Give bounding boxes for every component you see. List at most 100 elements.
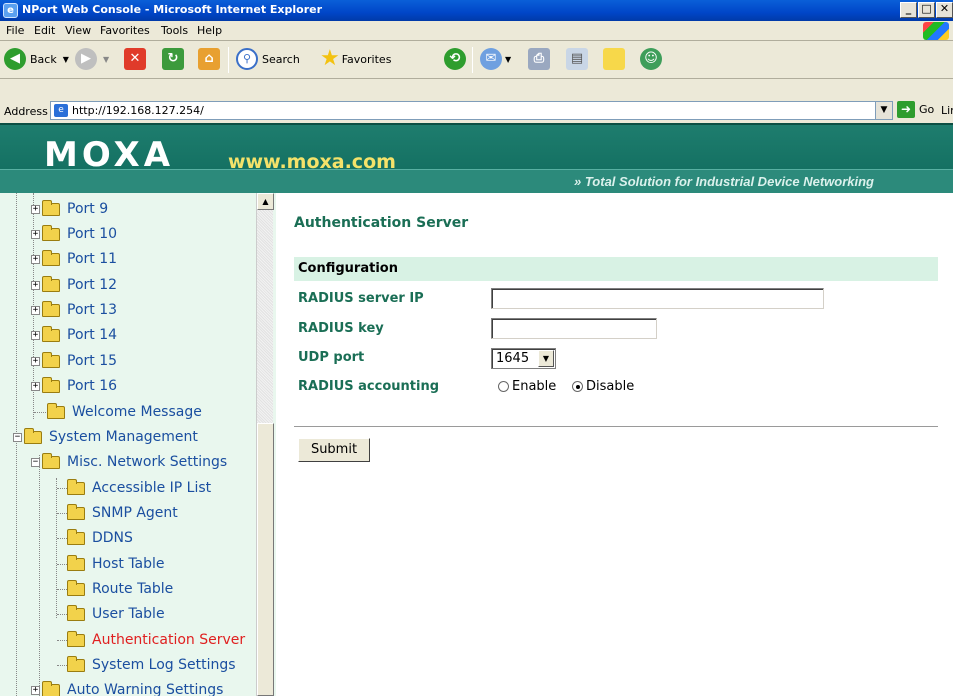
tree-item-port-16[interactable]: + Port 16 — [31, 374, 117, 398]
go-button[interactable]: ➜ Go — [897, 101, 934, 118]
folder-icon — [42, 351, 60, 368]
edit-button[interactable]: ▤ — [566, 48, 588, 70]
expand-icon[interactable]: + — [31, 280, 40, 290]
tree-item-route-table[interactable]: Route Table — [67, 577, 173, 601]
radius-server-ip-label: RADIUS server IP — [298, 291, 424, 306]
go-label: Go — [919, 103, 935, 116]
page-icon: e — [54, 104, 68, 117]
expand-icon[interactable]: + — [31, 381, 40, 391]
close-button[interactable]: ✕ — [936, 2, 953, 18]
tree-item-welcome-message[interactable]: Welcome Message — [47, 400, 202, 424]
window-titlebar: e NPort Web Console - Microsoft Internet… — [0, 0, 953, 21]
folder-icon — [42, 224, 60, 241]
menu-bar: File Edit View Favorites Tools Help — [0, 21, 953, 41]
tree-item-auto-warning-settings[interactable]: + Auto Warning Settings — [31, 678, 223, 696]
expand-icon[interactable]: + — [31, 204, 40, 214]
main-content: Authentication Server Configuration RADI… — [276, 193, 953, 696]
expand-icon[interactable]: + — [31, 229, 40, 239]
tree-item-user-table[interactable]: User Table — [67, 602, 165, 626]
chevron-down-icon: ▼ — [103, 54, 110, 64]
radius-key-input[interactable] — [491, 318, 657, 339]
tree-item-authentication-server[interactable]: Authentication Server — [67, 628, 245, 652]
chevron-down-icon[interactable]: ▼ — [538, 350, 554, 367]
links-button[interactable]: Links » — [941, 104, 953, 117]
tree-item-port-9[interactable]: + Port 9 — [31, 197, 108, 221]
expand-icon[interactable]: + — [31, 254, 40, 264]
tree-item-system-log-settings[interactable]: System Log Settings — [67, 653, 236, 677]
search-button[interactable]: ⚲ Search — [236, 48, 300, 70]
history-button[interactable]: ⟲ — [444, 48, 466, 70]
accounting-enable-radio[interactable]: Enable — [498, 379, 556, 394]
tree-item-port-12[interactable]: + Port 12 — [31, 273, 117, 297]
scroll-up-arrow-icon[interactable]: ▲ — [257, 193, 274, 210]
tree-item-port-14[interactable]: + Port 14 — [31, 323, 117, 347]
section-title: Configuration — [298, 261, 398, 276]
folder-icon — [67, 604, 85, 621]
sidebar-scrollbar[interactable]: ▲ — [256, 193, 274, 696]
go-arrow-icon: ➜ — [897, 101, 915, 118]
ie-logo-icon: e — [3, 3, 18, 18]
address-dropdown-icon[interactable]: ▼ — [875, 102, 892, 119]
tree-item-snmp-agent[interactable]: SNMP Agent — [67, 501, 178, 525]
chevron-down-icon: ▼ — [505, 54, 512, 64]
refresh-icon: ↻ — [162, 48, 184, 70]
menu-help[interactable]: Help — [197, 24, 222, 37]
expand-icon[interactable]: + — [31, 685, 40, 695]
messenger-button[interactable]: ☺ — [640, 48, 662, 70]
udp-port-value: 1645 — [496, 351, 530, 366]
menu-file[interactable]: File — [6, 24, 24, 37]
accounting-disable-radio[interactable]: Disable — [572, 379, 634, 394]
collapse-icon[interactable]: − — [31, 457, 40, 467]
back-button[interactable]: ◀ Back ▼ — [4, 48, 69, 70]
print-button[interactable]: ⎙ — [528, 48, 550, 70]
configuration-header: Configuration — [294, 257, 938, 281]
tree-item-port-13[interactable]: + Port 13 — [31, 298, 117, 322]
chevron-down-icon: ▼ — [62, 54, 69, 64]
enable-label: Enable — [512, 379, 557, 394]
discuss-button[interactable] — [603, 48, 625, 70]
folder-icon — [42, 325, 60, 342]
navigation-tree: + Port 9 + Port 10 + Port 11 + Port 12 + Port… — [0, 193, 276, 696]
favorites-button[interactable]: ★ Favorites — [320, 48, 391, 70]
expand-icon[interactable]: + — [31, 330, 40, 340]
folder-icon — [42, 275, 60, 292]
address-label: Address — [4, 105, 48, 118]
banner-tagline: » Total Solution for Industrial Device N… — [574, 174, 874, 189]
collapse-icon[interactable]: − — [13, 432, 22, 442]
expand-icon[interactable]: + — [31, 305, 40, 315]
home-button[interactable]: ⌂ — [198, 48, 220, 70]
menu-tools[interactable]: Tools — [161, 24, 188, 37]
print-icon: ⎙ — [528, 48, 550, 70]
mail-button[interactable]: ✉ ▼ — [480, 48, 511, 70]
tree-item-port-10[interactable]: + Port 10 — [31, 222, 117, 246]
menu-favorites[interactable]: Favorites — [100, 24, 150, 37]
tree-item-system-management[interactable]: − System Management — [13, 425, 198, 449]
udp-port-select[interactable]: 1645 ▼ — [491, 348, 556, 369]
messenger-icon: ☺ — [640, 48, 662, 70]
stop-button[interactable]: ✕ — [124, 48, 146, 70]
scrollbar-thumb[interactable] — [257, 423, 274, 696]
minimize-button[interactable]: _ — [900, 2, 917, 18]
radius-server-ip-input[interactable] — [491, 288, 824, 309]
tree-item-accessible-ip-list[interactable]: Accessible IP List — [67, 476, 211, 500]
tree-item-port-11[interactable]: + Port 11 — [31, 247, 117, 271]
refresh-button[interactable]: ↻ — [162, 48, 184, 70]
folder-icon — [67, 554, 85, 571]
forward-arrow-icon: ▶ — [75, 48, 97, 70]
tree-item-host-table[interactable]: Host Table — [67, 552, 165, 576]
maximize-button[interactable]: □ — [918, 2, 935, 18]
radius-accounting-label: RADIUS accounting — [298, 379, 440, 394]
forward-button[interactable]: ▶ ▼ — [75, 48, 109, 70]
tree-item-ddns[interactable]: DDNS — [67, 526, 133, 550]
menu-view[interactable]: View — [65, 24, 91, 37]
menu-edit[interactable]: Edit — [34, 24, 55, 37]
radio-on-icon[interactable] — [572, 381, 583, 392]
tree-item-port-15[interactable]: + Port 15 — [31, 349, 117, 373]
tree-item-misc-network-settings[interactable]: − Misc. Network Settings — [31, 450, 227, 474]
radio-off-icon[interactable] — [498, 381, 509, 392]
back-label: Back — [30, 52, 57, 66]
expand-icon[interactable]: + — [31, 356, 40, 366]
radius-key-label: RADIUS key — [298, 321, 384, 336]
submit-button[interactable]: Submit — [298, 438, 370, 462]
address-input[interactable]: e http://192.168.127.254/ ▼ — [50, 101, 893, 120]
